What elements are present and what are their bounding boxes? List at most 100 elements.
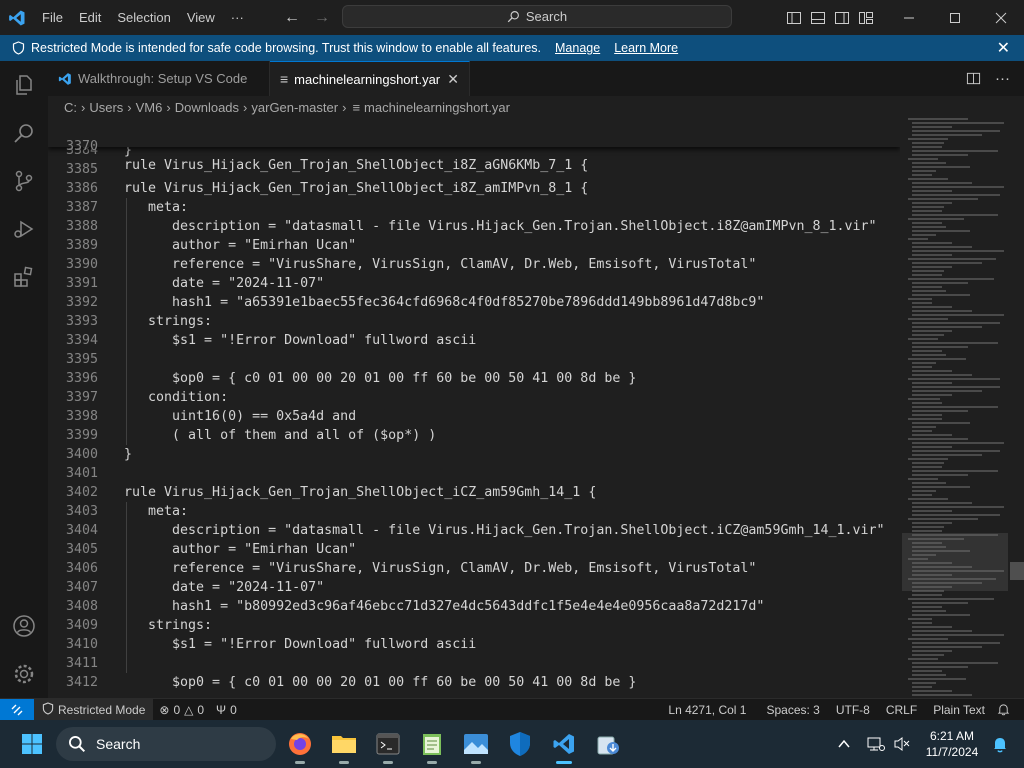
editor-line[interactable]: 3394 $s1 = "!Error Download" fullword as… bbox=[48, 331, 900, 350]
taskbar-search[interactable]: Search bbox=[56, 727, 276, 761]
firefox-icon[interactable] bbox=[284, 728, 316, 764]
terminal-icon[interactable] bbox=[372, 728, 404, 764]
learn-more-link[interactable]: Learn More bbox=[614, 41, 678, 55]
settings-gear-icon[interactable] bbox=[0, 650, 48, 698]
extensions-icon[interactable] bbox=[0, 253, 48, 301]
explorer-icon[interactable] bbox=[0, 61, 48, 109]
banner-close-icon[interactable]: ✕ bbox=[997, 38, 1010, 58]
editor-line[interactable]: 3412 $op0 = { c0 01 00 00 20 01 00 ff 60… bbox=[48, 673, 900, 692]
tab-machinelearningshort[interactable]: ≡ machinelearningshort.yar ✕ bbox=[270, 61, 470, 96]
tab-walkthrough[interactable]: Walkthrough: Setup VS Code bbox=[48, 61, 270, 96]
editor-line[interactable]: 3396 $op0 = { c0 01 00 00 20 01 00 ff 60… bbox=[48, 369, 900, 388]
minimize-icon[interactable] bbox=[886, 0, 932, 35]
minimap-row bbox=[912, 386, 1000, 388]
source-control-icon[interactable] bbox=[0, 157, 48, 205]
indentation[interactable]: Spaces: 3 bbox=[758, 703, 827, 717]
minimap-row bbox=[908, 298, 932, 300]
editor-line[interactable]: 3407 date = "2024-11-07" bbox=[48, 578, 900, 597]
clock-time: 6:21 AM bbox=[929, 729, 975, 743]
cursor-position[interactable]: Ln 4271, Col 1 bbox=[656, 703, 758, 717]
editor-line[interactable]: 3409 strings: bbox=[48, 616, 900, 635]
photos-icon[interactable] bbox=[460, 728, 492, 764]
split-editor-icon[interactable] bbox=[966, 71, 981, 86]
accounts-icon[interactable] bbox=[0, 602, 48, 650]
editor-line[interactable]: 3387 meta: bbox=[48, 198, 900, 217]
editor-line[interactable]: 3400} bbox=[48, 445, 900, 464]
menu-selection[interactable]: Selection bbox=[109, 0, 178, 35]
sticky-scroll-header[interactable]: 3370 rule Virus_Hijack_Gen_Trojan_ShellO… bbox=[48, 118, 900, 173]
vertical-scrollbar[interactable] bbox=[1010, 118, 1024, 698]
restricted-mode-status[interactable]: Restricted Mode bbox=[34, 699, 154, 720]
editor-line[interactable]: 3390 reference = "VirusShare, VirusSign,… bbox=[48, 255, 900, 274]
editor-line[interactable]: 3386 rule Virus_Hijack_Gen_Trojan_ShellOb… bbox=[48, 179, 900, 198]
minimap[interactable] bbox=[900, 118, 1010, 698]
menu-file[interactable]: File bbox=[34, 0, 71, 35]
go-back-icon[interactable]: ← bbox=[284, 9, 300, 27]
editor-line[interactable]: 3404 description = "datasmall - file Vir… bbox=[48, 521, 900, 540]
editor-line[interactable]: 3401 bbox=[48, 464, 900, 483]
encoding[interactable]: UTF-8 bbox=[828, 703, 878, 717]
editor-line[interactable]: 3395 bbox=[48, 350, 900, 369]
windows-security-icon[interactable] bbox=[504, 728, 536, 760]
notification-bell-icon[interactable] bbox=[984, 728, 1016, 760]
toggle-secondary-sidebar-icon[interactable] bbox=[834, 10, 850, 26]
breadcrumb-item[interactable]: yarGen-master bbox=[251, 100, 338, 115]
minimap-row bbox=[908, 158, 938, 160]
minimap-row bbox=[912, 222, 942, 224]
editor-line[interactable]: 3402 rule Virus_Hijack_Gen_Trojan_ShellOb… bbox=[48, 483, 900, 502]
editor-line[interactable]: 3398 uint16(0) == 0x5a4d and bbox=[48, 407, 900, 426]
breadcrumb-item[interactable]: machinelearningshort.yar bbox=[364, 100, 510, 115]
menu-view[interactable]: View bbox=[179, 0, 223, 35]
breadcrumb-item[interactable]: VM6 bbox=[136, 100, 163, 115]
menu-edit[interactable]: Edit bbox=[71, 0, 109, 35]
search-view-icon[interactable] bbox=[0, 109, 48, 157]
editor-line[interactable]: 3408 hash1 = "b80992ed3c96af46ebcc71d327… bbox=[48, 597, 900, 616]
app-installer-icon[interactable] bbox=[592, 728, 624, 760]
editor-line[interactable]: 3397 condition: bbox=[48, 388, 900, 407]
toggle-primary-sidebar-icon[interactable] bbox=[786, 10, 802, 26]
command-center-search[interactable]: Search bbox=[342, 5, 732, 28]
problems-status[interactable]: ⊗ 0 △ 0 bbox=[153, 703, 210, 717]
editor-line[interactable]: 3393 strings: bbox=[48, 312, 900, 331]
minimap-row bbox=[912, 126, 952, 128]
ports-status[interactable]: Ψ 0 bbox=[210, 703, 243, 717]
editor-line[interactable]: 3410 $s1 = "!Error Download" fullword as… bbox=[48, 635, 900, 654]
toggle-panel-icon[interactable] bbox=[810, 10, 826, 26]
editor-line[interactable]: 3391 date = "2024-11-07" bbox=[48, 274, 900, 293]
volume-muted-icon[interactable] bbox=[886, 728, 918, 760]
editor-line[interactable]: 3405 author = "Emirhan Ucan" bbox=[48, 540, 900, 559]
more-actions-icon[interactable]: ··· bbox=[995, 70, 1010, 87]
manage-link[interactable]: Manage bbox=[555, 41, 600, 55]
maximize-icon[interactable] bbox=[932, 0, 978, 35]
editor-line[interactable]: 3388 description = "datasmall - file Vir… bbox=[48, 217, 900, 236]
close-tab-icon[interactable]: ✕ bbox=[447, 71, 459, 88]
scrollbar-thumb[interactable] bbox=[1010, 562, 1024, 580]
breadcrumb-item[interactable]: Downloads bbox=[175, 100, 239, 115]
editor-line[interactable]: 3403 meta: bbox=[48, 502, 900, 521]
end-of-line[interactable]: CRLF bbox=[878, 703, 925, 717]
customize-layout-icon[interactable] bbox=[858, 10, 874, 26]
notifications-bell-icon[interactable] bbox=[993, 703, 1014, 716]
editor-line[interactable]: 3411 bbox=[48, 654, 900, 673]
chevron-up-icon[interactable] bbox=[828, 728, 860, 760]
code-editor[interactable]: 3412 $op0 = { c0 01 00 00 20 01 00 ff 60… bbox=[48, 118, 900, 698]
remote-indicator-icon[interactable] bbox=[0, 698, 34, 721]
menu-more[interactable]: ··· bbox=[223, 0, 252, 35]
windows-start-icon[interactable] bbox=[16, 728, 48, 760]
notepad-icon[interactable] bbox=[416, 728, 448, 764]
editor-line[interactable]: 3399 ( all of them and all of ($op*) ) bbox=[48, 426, 900, 445]
file-explorer-icon[interactable] bbox=[328, 728, 360, 764]
editor-line[interactable]: 3406 reference = "VirusShare, VirusSign,… bbox=[48, 559, 900, 578]
breadcrumb-item[interactable]: Users bbox=[89, 100, 123, 115]
language-mode[interactable]: Plain Text bbox=[925, 703, 993, 717]
minimap-row bbox=[908, 418, 942, 420]
system-clock[interactable]: 6:21 AM 11/7/2024 bbox=[922, 728, 982, 760]
vscode-taskbar-icon[interactable] bbox=[548, 728, 580, 764]
close-window-icon[interactable] bbox=[978, 0, 1024, 35]
breadcrumb-item[interactable]: C: bbox=[64, 100, 77, 115]
go-forward-icon[interactable]: → bbox=[314, 9, 330, 27]
run-debug-icon[interactable] bbox=[0, 205, 48, 253]
minimap-row bbox=[912, 266, 952, 268]
editor-line[interactable]: 3389 author = "Emirhan Ucan" bbox=[48, 236, 900, 255]
editor-line[interactable]: 3392 hash1 = "a65391e1baec55fec364cfd696… bbox=[48, 293, 900, 312]
